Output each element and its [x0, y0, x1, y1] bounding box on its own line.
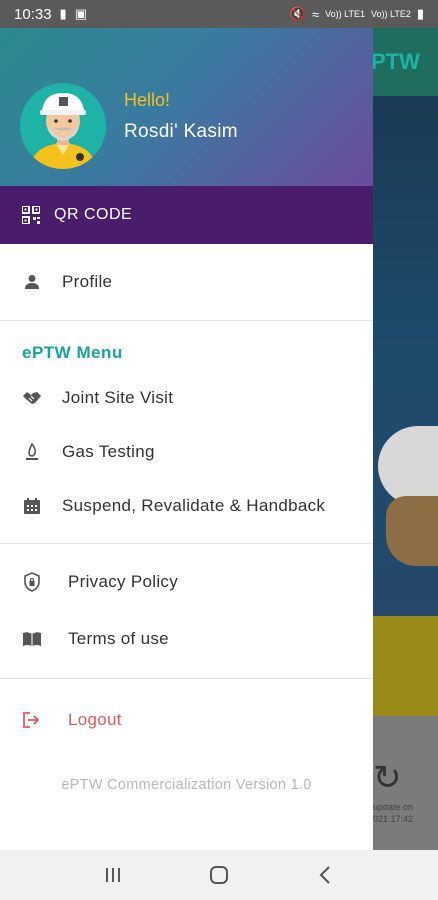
background-app[interactable]: PTW ↻ update on 021 17:42: [373, 28, 438, 850]
logout-label: Logout: [68, 710, 122, 729]
sim1-signal: Vo)) LTE1: [325, 9, 365, 19]
handshake-icon: [22, 388, 42, 408]
back-button[interactable]: [305, 860, 345, 890]
user-name: Rosdi' Kasim: [124, 121, 238, 142]
background-app-title: PTW: [373, 49, 420, 74]
worker-face-image: [386, 496, 438, 566]
drawer-header: Hello! Rosdi' Kasim: [0, 28, 373, 186]
notification-icon: ▮: [59, 6, 67, 21]
navigation-drawer: Hello! Rosdi' Kasim QR CODE Profile ePTW…: [0, 28, 373, 850]
menu-item-label: Profile: [62, 272, 113, 291]
mute-icon: 🔇: [289, 6, 306, 21]
menu-item-joint-site-visit[interactable]: Joint Site Visit: [0, 371, 373, 425]
refresh-icon: ↻: [373, 759, 402, 797]
book-icon: [22, 629, 42, 649]
flame-icon: [22, 442, 42, 462]
back-icon: [319, 866, 330, 884]
sim2-signal: Vo)) LTE2: [370, 9, 411, 19]
avatar: [20, 83, 106, 169]
section-title-eptw-menu: ePTW Menu: [22, 343, 123, 362]
system-navigation-bar: [0, 850, 438, 900]
menu-item-label: Privacy Policy: [68, 572, 179, 591]
teams-icon: ▣: [74, 6, 87, 21]
status-time: 10:33: [14, 5, 52, 23]
qr-code-label: QR CODE: [54, 206, 133, 223]
menu-item-label: Joint Site Visit: [62, 388, 174, 407]
logout-icon: [22, 710, 42, 730]
menu-item-label: Gas Testing: [62, 442, 155, 461]
status-bar: 10:33 ▮ ▣ 🔇 ≈ Vo)) LTE1 Vo)) LTE2 ▮: [0, 0, 438, 28]
menu-item-privacy-policy[interactable]: Privacy Policy: [0, 554, 373, 610]
greeting-text: Hello!: [124, 90, 171, 110]
wifi-icon: ≈: [311, 6, 320, 22]
battery-icon: ▮: [416, 6, 424, 21]
home-button[interactable]: [199, 860, 239, 890]
shield-icon: [22, 572, 42, 592]
menu-item-gas-testing[interactable]: Gas Testing: [0, 425, 373, 479]
recent-apps-button[interactable]: [93, 860, 133, 890]
background-card-time: 021 17:42: [373, 814, 414, 824]
version-text: ePTW Commercialization Version 1.0: [61, 777, 312, 793]
menu-item-terms-of-use[interactable]: Terms of use: [0, 610, 373, 668]
worker-helmet-image: [378, 426, 438, 506]
menu-item-label: Terms of use: [68, 629, 169, 648]
worker-body-image: [373, 616, 438, 716]
menu-item-profile[interactable]: Profile: [0, 244, 373, 320]
background-card: ↻ update on 021 17:42: [373, 716, 438, 850]
logout-button[interactable]: Logout: [0, 693, 373, 747]
calendar-icon: [22, 496, 42, 516]
background-banner: [373, 96, 438, 754]
person-icon: [22, 272, 42, 292]
background-app-header: PTW: [373, 28, 438, 96]
background-card-text: update on: [373, 802, 414, 812]
qr-code-button[interactable]: QR CODE: [0, 186, 373, 244]
qr-code-icon: [22, 206, 40, 224]
recent-apps-icon: [106, 868, 120, 882]
menu-item-suspend-revalidate-handback[interactable]: Suspend, Revalidate & Handback: [0, 479, 373, 533]
home-icon: [210, 866, 228, 884]
menu-item-label: Suspend, Revalidate & Handback: [62, 496, 326, 515]
